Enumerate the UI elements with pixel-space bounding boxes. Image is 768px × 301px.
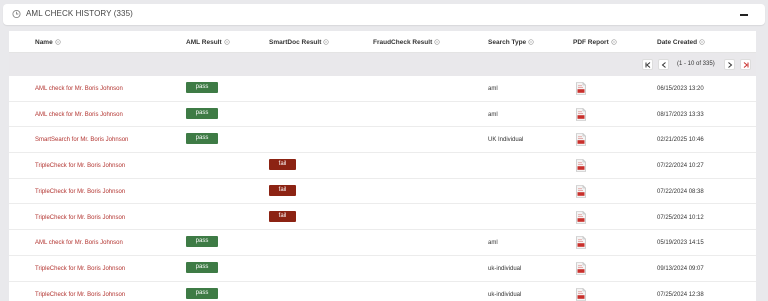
first-page-icon	[645, 62, 651, 68]
sort-icon	[434, 39, 440, 45]
pdf-file-icon[interactable]	[576, 210, 586, 224]
table-row: SmartSearch for Mr. Boris Johnson pass UK …	[9, 127, 756, 154]
panel-header: AML CHECK HISTORY (335)	[3, 4, 765, 25]
pdf-file-icon[interactable]	[576, 287, 586, 301]
check-name-link[interactable]: TripleCheck for Mr. Boris Johnson	[35, 163, 125, 169]
aml-result-badge: pass	[186, 107, 218, 119]
date-created-cell: 07/25/2024 12:38	[657, 291, 704, 298]
pagination-bar: (1 - 10 of 335)	[9, 53, 756, 76]
date-created-cell: 07/22/2024 10:27	[657, 163, 704, 170]
smartdoc-result-badge: fail	[269, 159, 296, 171]
next-page-button[interactable]	[724, 59, 735, 70]
sort-icon	[323, 39, 329, 45]
check-name-link[interactable]: AML check for Mr. Boris Johnson	[35, 240, 123, 246]
date-created-cell: 05/19/2023 14:15	[657, 240, 704, 247]
search-type-cell: uk-individual	[488, 291, 522, 298]
aml-result-badge: pass	[186, 261, 218, 273]
column-header-pdf-report[interactable]: PDF Report	[573, 39, 617, 46]
date-created-cell: 07/25/2024 10:12	[657, 214, 704, 221]
check-name-link[interactable]: TripleCheck for Mr. Boris Johnson	[35, 189, 125, 195]
pdf-file-icon[interactable]	[576, 82, 586, 95]
table-row: TripleCheck for Mr. Boris Johnson pass uk-…	[9, 281, 756, 301]
pdf-file-icon[interactable]	[576, 184, 586, 198]
pagination-info: (1 - 10 of 335)	[677, 61, 715, 67]
column-header-search-type[interactable]: Search Type	[488, 39, 534, 46]
date-created-cell: 08/17/2023 13:33	[657, 111, 704, 118]
table-row: AML check for Mr. Boris Johnson pass aml 05…	[9, 230, 756, 256]
check-name-link[interactable]: TripleCheck for Mr. Boris Johnson	[35, 215, 125, 221]
aml-result-badge: pass	[186, 236, 218, 248]
check-name-link[interactable]: TripleCheck for Mr. Boris Johnson	[35, 292, 125, 298]
history-icon	[12, 9, 21, 19]
column-header-date-created[interactable]: Date Created	[657, 39, 705, 46]
sort-icon	[611, 39, 617, 45]
table-row: TripleCheck for Mr. Boris Johnson pass uk-…	[9, 255, 756, 282]
check-name-link[interactable]: TripleCheck for Mr. Boris Johnson	[35, 266, 125, 272]
last-page-button[interactable]	[740, 59, 751, 70]
table-row: TripleCheck for Mr. Boris Johnson fail 07/…	[9, 178, 756, 205]
sort-icon	[528, 39, 534, 45]
check-name-link[interactable]: AML check for Mr. Boris Johnson	[35, 86, 123, 92]
previous-page-button[interactable]	[658, 59, 669, 70]
smartdoc-result-badge: fail	[269, 210, 296, 222]
table-row: AML check for Mr. Boris Johnson pass aml 06…	[9, 76, 756, 102]
table-container: Name AML Result SmartDoc Result FraudChe…	[9, 31, 756, 301]
search-type-cell: aml	[488, 111, 498, 118]
search-type-cell: aml	[488, 86, 498, 92]
aml-result-badge: pass	[186, 82, 218, 93]
first-page-button[interactable]	[642, 59, 653, 70]
sort-icon	[224, 39, 230, 45]
pdf-file-icon[interactable]	[576, 107, 586, 121]
date-created-cell: 09/13/2024 09:07	[657, 265, 704, 272]
date-created-cell: 02/21/2025 10:46	[657, 137, 704, 144]
minus-icon[interactable]	[740, 14, 748, 16]
table-row: TripleCheck for Mr. Boris Johnson fail 07/…	[9, 204, 756, 231]
search-type-cell: uk-individual	[488, 265, 522, 272]
column-header-smartdoc-result[interactable]: SmartDoc Result	[269, 39, 329, 46]
column-header-fraudcheck-result[interactable]: FraudCheck Result	[373, 39, 440, 46]
search-type-cell: UK Individual	[488, 137, 524, 144]
check-name-link[interactable]: AML check for Mr. Boris Johnson	[35, 112, 123, 118]
table-row: AML check for Mr. Boris Johnson pass aml 08…	[9, 101, 756, 128]
sort-icon	[55, 39, 61, 45]
panel-title: AML CHECK HISTORY (335)	[26, 9, 133, 18]
column-header-aml-result[interactable]: AML Result	[186, 39, 230, 46]
next-page-icon	[728, 62, 733, 68]
column-header-name[interactable]: Name	[35, 39, 61, 46]
last-page-icon	[743, 62, 749, 68]
table-header: Name AML Result SmartDoc Result FraudChe…	[9, 31, 756, 53]
date-created-cell: 07/22/2024 08:38	[657, 188, 704, 195]
pdf-file-icon[interactable]	[576, 236, 586, 249]
smartdoc-result-badge: fail	[269, 184, 296, 196]
search-type-cell: aml	[488, 240, 498, 247]
table-row: TripleCheck for Mr. Boris Johnson fail 07/…	[9, 153, 756, 179]
previous-page-icon	[661, 62, 666, 68]
pdf-file-icon[interactable]	[576, 262, 586, 275]
aml-result-badge: pass	[186, 287, 218, 299]
date-created-cell: 06/15/2023 13:20	[657, 86, 704, 92]
sort-icon	[699, 39, 705, 45]
pdf-file-icon[interactable]	[576, 159, 586, 172]
check-name-link[interactable]: SmartSearch for Mr. Boris Johnson	[35, 137, 128, 143]
aml-result-badge: pass	[186, 133, 218, 145]
pdf-file-icon[interactable]	[576, 133, 586, 147]
